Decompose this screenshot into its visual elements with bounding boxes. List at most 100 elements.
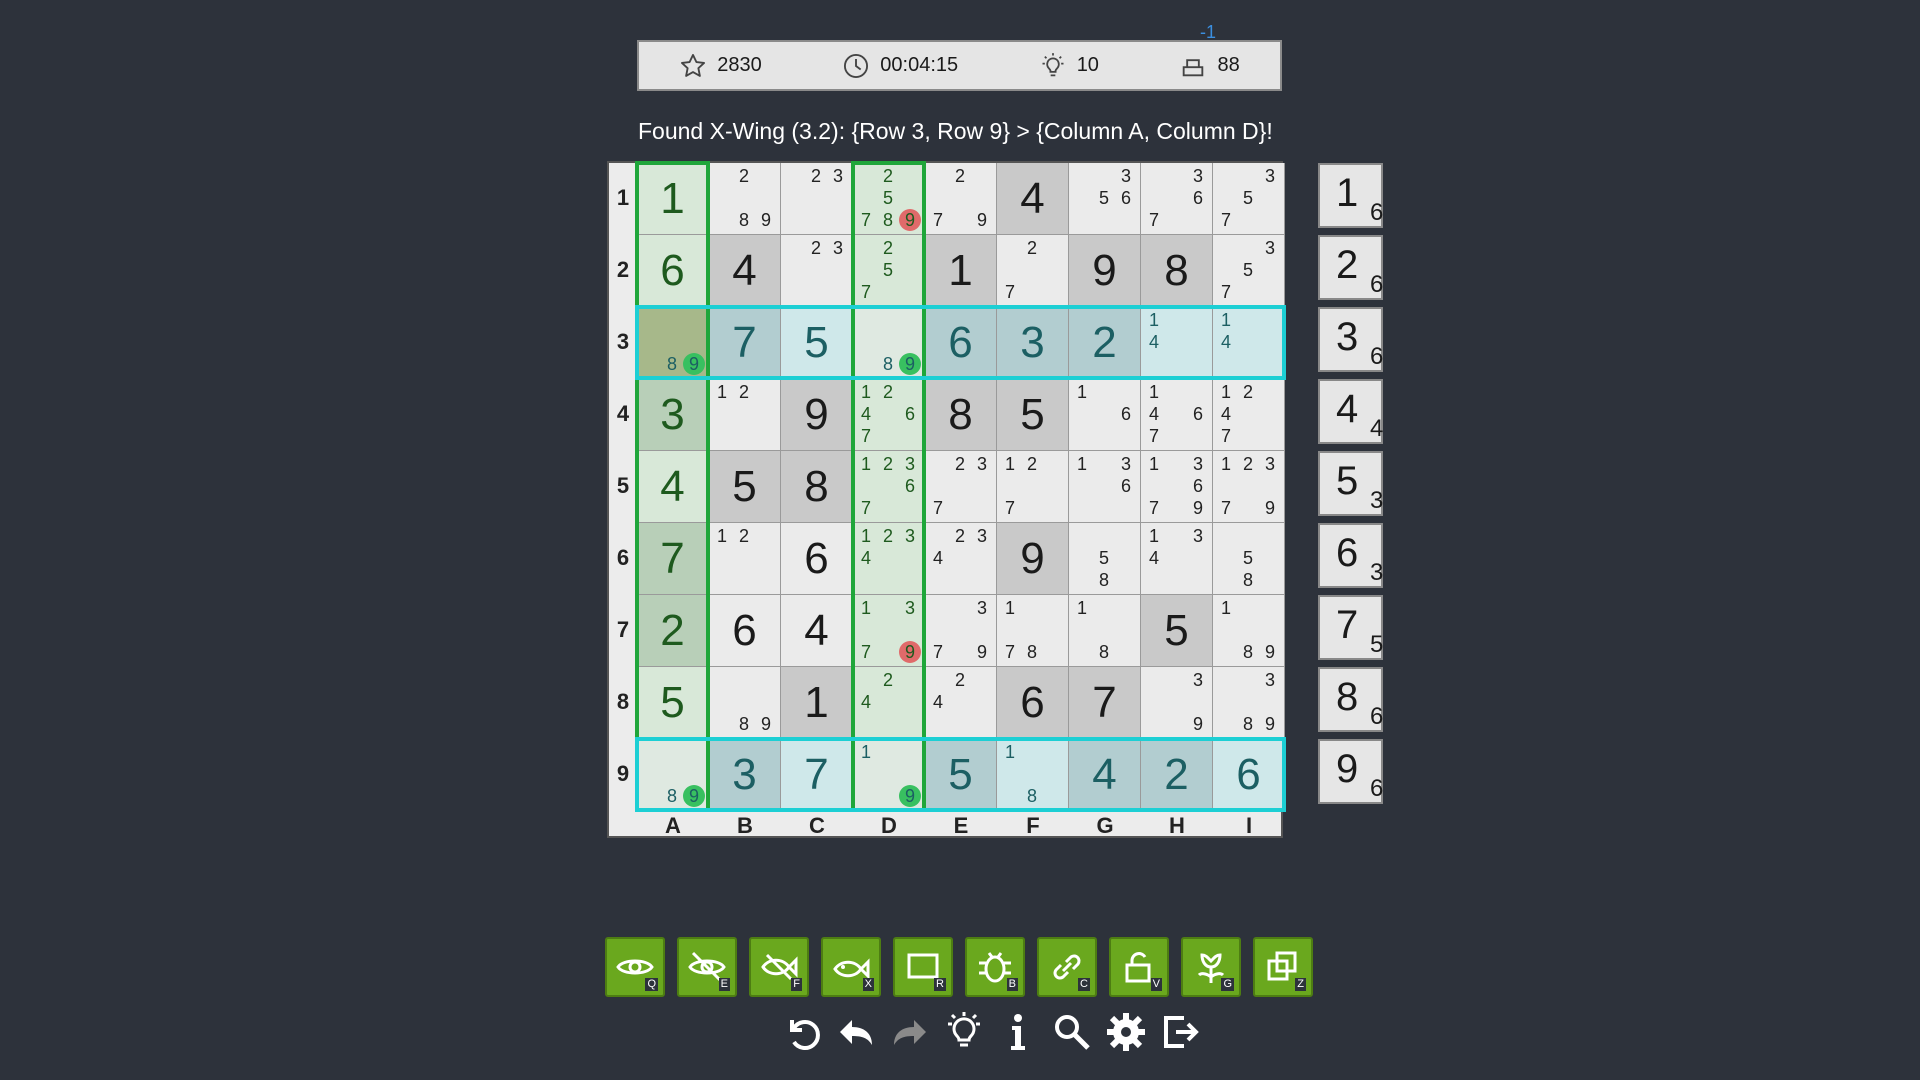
cell-d3[interactable]: 89	[853, 307, 925, 379]
cell-e9[interactable]: 5	[925, 739, 997, 811]
cell-e1[interactable]: 2 7 9	[925, 163, 997, 235]
rectangle-tool-button[interactable]: R	[893, 937, 953, 997]
cell-h3[interactable]: 14	[1141, 307, 1213, 379]
cell-a1[interactable]: 1	[637, 163, 709, 235]
chain-tool-button[interactable]: C	[1037, 937, 1097, 997]
cell-c9[interactable]: 7	[781, 739, 853, 811]
hint-bulb-button[interactable]	[942, 1010, 986, 1054]
cell-h6[interactable]: 1 3 4	[1141, 523, 1213, 595]
cell-i6[interactable]: 58	[1213, 523, 1285, 595]
cell-d4[interactable]: 124 6 7	[853, 379, 925, 451]
cell-g2[interactable]: 9	[1069, 235, 1141, 307]
cell-f4[interactable]: 5	[997, 379, 1069, 451]
cell-a6[interactable]: 7	[637, 523, 709, 595]
cell-h1[interactable]: 36 7	[1141, 163, 1213, 235]
bug-tool-button[interactable]: B	[965, 937, 1025, 997]
cell-b6[interactable]: 12	[709, 523, 781, 595]
cell-a4[interactable]: 3	[637, 379, 709, 451]
digit-count-1[interactable]: 16	[1318, 163, 1383, 228]
cell-h2[interactable]: 8	[1141, 235, 1213, 307]
cell-c2[interactable]: 23	[781, 235, 853, 307]
cell-i5[interactable]: 123 7 9	[1213, 451, 1285, 523]
cell-i1[interactable]: 357	[1213, 163, 1285, 235]
settings-gear-button[interactable]	[1104, 1010, 1148, 1054]
cell-e6[interactable]: 23 4	[925, 523, 997, 595]
cell-b3[interactable]: 7	[709, 307, 781, 379]
cell-c4[interactable]: 9	[781, 379, 853, 451]
cell-e8[interactable]: 24	[925, 667, 997, 739]
digit-count-5[interactable]: 53	[1318, 451, 1383, 516]
cell-i3[interactable]: 14	[1213, 307, 1285, 379]
cell-h9[interactable]: 2	[1141, 739, 1213, 811]
cell-f2[interactable]: 27	[997, 235, 1069, 307]
cell-i8[interactable]: 3 89	[1213, 667, 1285, 739]
digit-count-8[interactable]: 86	[1318, 667, 1383, 732]
cell-c3[interactable]: 5	[781, 307, 853, 379]
cell-d8[interactable]: 24	[853, 667, 925, 739]
digit-count-9[interactable]: 96	[1318, 739, 1383, 804]
cell-f6[interactable]: 9	[997, 523, 1069, 595]
cell-a8[interactable]: 5	[637, 667, 709, 739]
x-wing-fish-tool-button[interactable]: X	[821, 937, 881, 997]
cell-f1[interactable]: 4	[997, 163, 1069, 235]
digit-count-6[interactable]: 63	[1318, 523, 1383, 588]
cell-g1[interactable]: 356	[1069, 163, 1141, 235]
cell-i9[interactable]: 6	[1213, 739, 1285, 811]
undo-button[interactable]	[834, 1010, 878, 1054]
cell-f7[interactable]: 1 78	[997, 595, 1069, 667]
cell-d2[interactable]: 257	[853, 235, 925, 307]
cell-b1[interactable]: 2 89	[709, 163, 781, 235]
cell-d7[interactable]: 1 3 7 9	[853, 595, 925, 667]
cell-e4[interactable]: 8	[925, 379, 997, 451]
cell-a7[interactable]: 2	[637, 595, 709, 667]
cell-d9[interactable]: 19	[853, 739, 925, 811]
eye-tool-button[interactable]: Q	[605, 937, 665, 997]
cell-c1[interactable]: 23	[781, 163, 853, 235]
search-button[interactable]	[1050, 1010, 1094, 1054]
cell-i4[interactable]: 1247	[1213, 379, 1285, 451]
cell-g3[interactable]: 2	[1069, 307, 1141, 379]
cell-b8[interactable]: 89	[709, 667, 781, 739]
cell-g5[interactable]: 1 36	[1069, 451, 1141, 523]
cell-g4[interactable]: 16	[1069, 379, 1141, 451]
cell-c6[interactable]: 6	[781, 523, 853, 595]
flower-tool-button[interactable]: G	[1181, 937, 1241, 997]
cell-a9[interactable]: 89	[637, 739, 709, 811]
cell-f9[interactable]: 18	[997, 739, 1069, 811]
cell-d6[interactable]: 123 4	[853, 523, 925, 595]
cell-e2[interactable]: 1	[925, 235, 997, 307]
cell-i2[interactable]: 357	[1213, 235, 1285, 307]
cell-i7[interactable]: 1 89	[1213, 595, 1285, 667]
fish-tool-button[interactable]: F	[749, 937, 809, 997]
cell-g9[interactable]: 4	[1069, 739, 1141, 811]
cell-h7[interactable]: 5	[1141, 595, 1213, 667]
cell-a5[interactable]: 4	[637, 451, 709, 523]
cell-c8[interactable]: 1	[781, 667, 853, 739]
cell-h8[interactable]: 39	[1141, 667, 1213, 739]
digit-count-3[interactable]: 36	[1318, 307, 1383, 372]
copy-tool-button[interactable]: Z	[1253, 937, 1313, 997]
exit-button[interactable]	[1158, 1010, 1202, 1054]
cell-a3[interactable]: 89	[637, 307, 709, 379]
digit-count-7[interactable]: 75	[1318, 595, 1383, 660]
restart-button[interactable]	[780, 1010, 824, 1054]
digit-count-4[interactable]: 44	[1318, 379, 1383, 444]
cell-d5[interactable]: 1236 7	[853, 451, 925, 523]
redo-button[interactable]	[888, 1010, 932, 1054]
eye-off-tool-button[interactable]: E	[677, 937, 737, 997]
cell-h5[interactable]: 1 36 7 9	[1141, 451, 1213, 523]
cell-c7[interactable]: 4	[781, 595, 853, 667]
cell-f3[interactable]: 3	[997, 307, 1069, 379]
cell-b2[interactable]: 4	[709, 235, 781, 307]
cell-c5[interactable]: 8	[781, 451, 853, 523]
cell-f8[interactable]: 6	[997, 667, 1069, 739]
cell-g8[interactable]: 7	[1069, 667, 1141, 739]
cell-b7[interactable]: 6	[709, 595, 781, 667]
cell-a2[interactable]: 6	[637, 235, 709, 307]
cell-g7[interactable]: 18	[1069, 595, 1141, 667]
cell-h4[interactable]: 14 6 7	[1141, 379, 1213, 451]
cell-b4[interactable]: 12	[709, 379, 781, 451]
unlock-tool-button[interactable]: V	[1109, 937, 1169, 997]
cell-e7[interactable]: 3 7 9	[925, 595, 997, 667]
cell-b9[interactable]: 3	[709, 739, 781, 811]
